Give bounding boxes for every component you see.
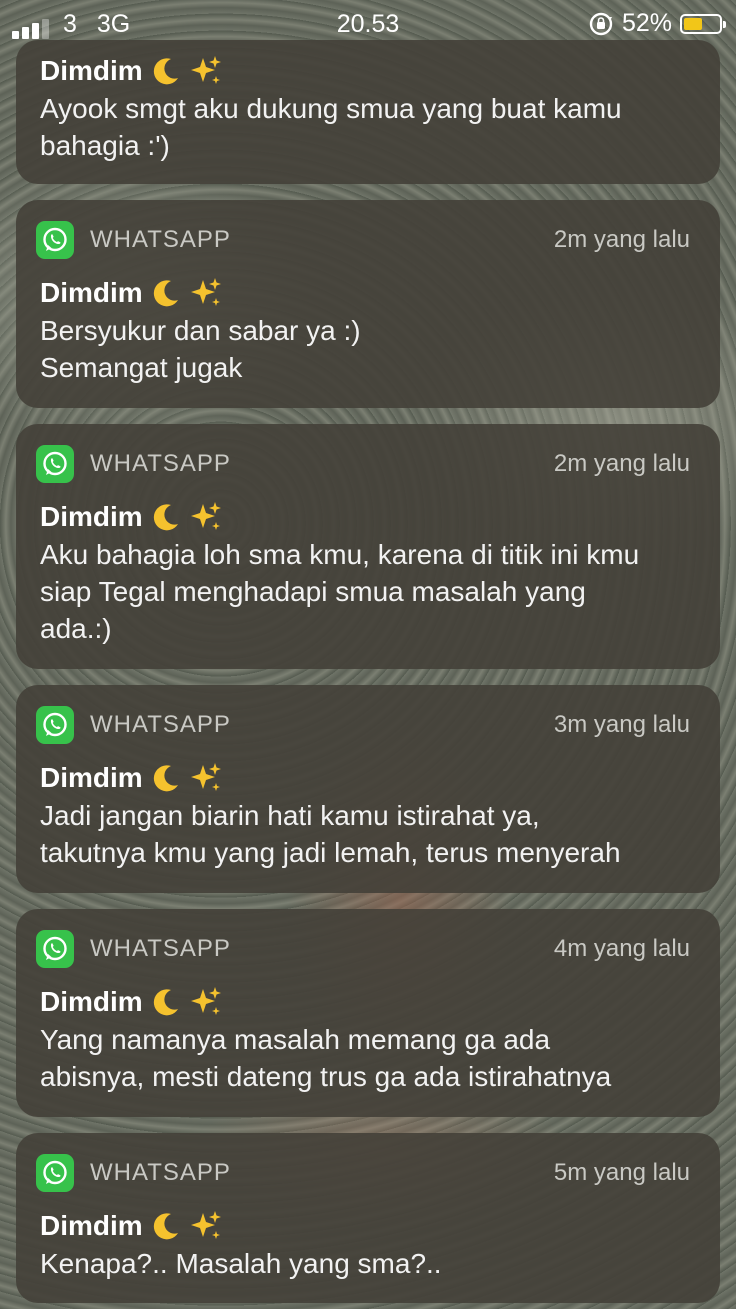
notification-time: 3m yang lalu [553,711,690,738]
whatsapp-icon [36,930,74,968]
sender-name: Dimdim [40,277,143,308]
app-name: WHATSAPP [90,450,231,477]
notification-header: WHATSAPP 2m yang lalu [36,444,690,484]
battery-percent: 52% [621,9,672,37]
crescent-moon-icon [149,1209,183,1243]
notification-card[interactable]: WHATSAPP 3m yang lalu Dimdim Jadi jangan… [16,685,720,893]
notification-sender: Dimdim [40,1209,223,1243]
notification-time: 2m yang lalu [553,450,690,477]
app-name: WHATSAPP [90,935,231,962]
notification-card[interactable]: Dimdim Ayook smgt aku dukung smua yang b… [16,40,720,184]
notification-card[interactable]: WHATSAPP 5m yang lalu Dimdim Kenapa?.. M… [16,1133,720,1303]
notification-card[interactable]: WHATSAPP 2m yang lalu Dimdim Aku bahagia… [16,424,720,669]
whatsapp-icon [36,1154,74,1192]
notification-sender: Dimdim [40,276,223,310]
whatsapp-icon [36,445,74,483]
app-name: WHATSAPP [90,226,231,253]
notification-time: 2m yang lalu [553,226,690,253]
notification-sender: Dimdim [40,500,223,534]
battery-icon [680,13,726,34]
app-name: WHATSAPP [90,1159,231,1186]
notification-time: 4m yang lalu [553,935,690,962]
notification-header: WHATSAPP 4m yang lalu [36,929,690,969]
crescent-moon-icon [149,54,183,88]
notification-time: 5m yang lalu [553,1159,690,1186]
notification-header: WHATSAPP 3m yang lalu [36,705,690,745]
sender-name: Dimdim [40,1210,143,1241]
app-name: WHATSAPP [90,711,231,738]
notification-card[interactable]: WHATSAPP 4m yang lalu Dimdim Yang namany… [16,909,720,1117]
crescent-moon-icon [149,276,183,310]
sender-name: Dimdim [40,501,143,532]
notification-message: Yang namanya masalah memang ga ada abisn… [40,1024,612,1092]
sparkles-icon [189,985,223,1019]
sender-name: Dimdim [40,55,143,86]
notification-message: Bersyukur dan sabar ya :) Semangat jugak [40,315,361,383]
sparkles-icon [189,54,223,88]
sender-name: Dimdim [40,986,143,1017]
notification-header: WHATSAPP 5m yang lalu [36,1153,690,1193]
notification-sender: Dimdim [40,985,223,1019]
sparkles-icon [189,500,223,534]
crescent-moon-icon [149,761,183,795]
notification-message: Aku bahagia loh sma kmu, karena di titik… [40,539,640,644]
crescent-moon-icon [149,985,183,1019]
battery-fill [684,17,702,30]
rotation-lock-icon [589,12,613,35]
notification-message: Ayook smgt aku dukung smua yang buat kam… [40,93,622,161]
whatsapp-icon [36,706,74,744]
sparkles-icon [189,276,223,310]
notification-card[interactable]: WHATSAPP 2m yang lalu Dimdim Bersyukur d… [16,200,720,408]
notification-message: Jadi jangan biarin hati kamu istirahat y… [40,800,621,868]
notification-sender: Dimdim [40,54,223,88]
crescent-moon-icon [149,500,183,534]
notification-sender: Dimdim [40,761,223,795]
whatsapp-icon [36,221,74,259]
status-right: 52% [588,9,726,38]
notification-header: WHATSAPP 2m yang lalu [36,220,690,260]
notification-message: Kenapa?.. Masalah yang sma?.. [40,1248,442,1279]
sparkles-icon [189,761,223,795]
sender-name: Dimdim [40,762,143,793]
sparkles-icon [189,1209,223,1243]
